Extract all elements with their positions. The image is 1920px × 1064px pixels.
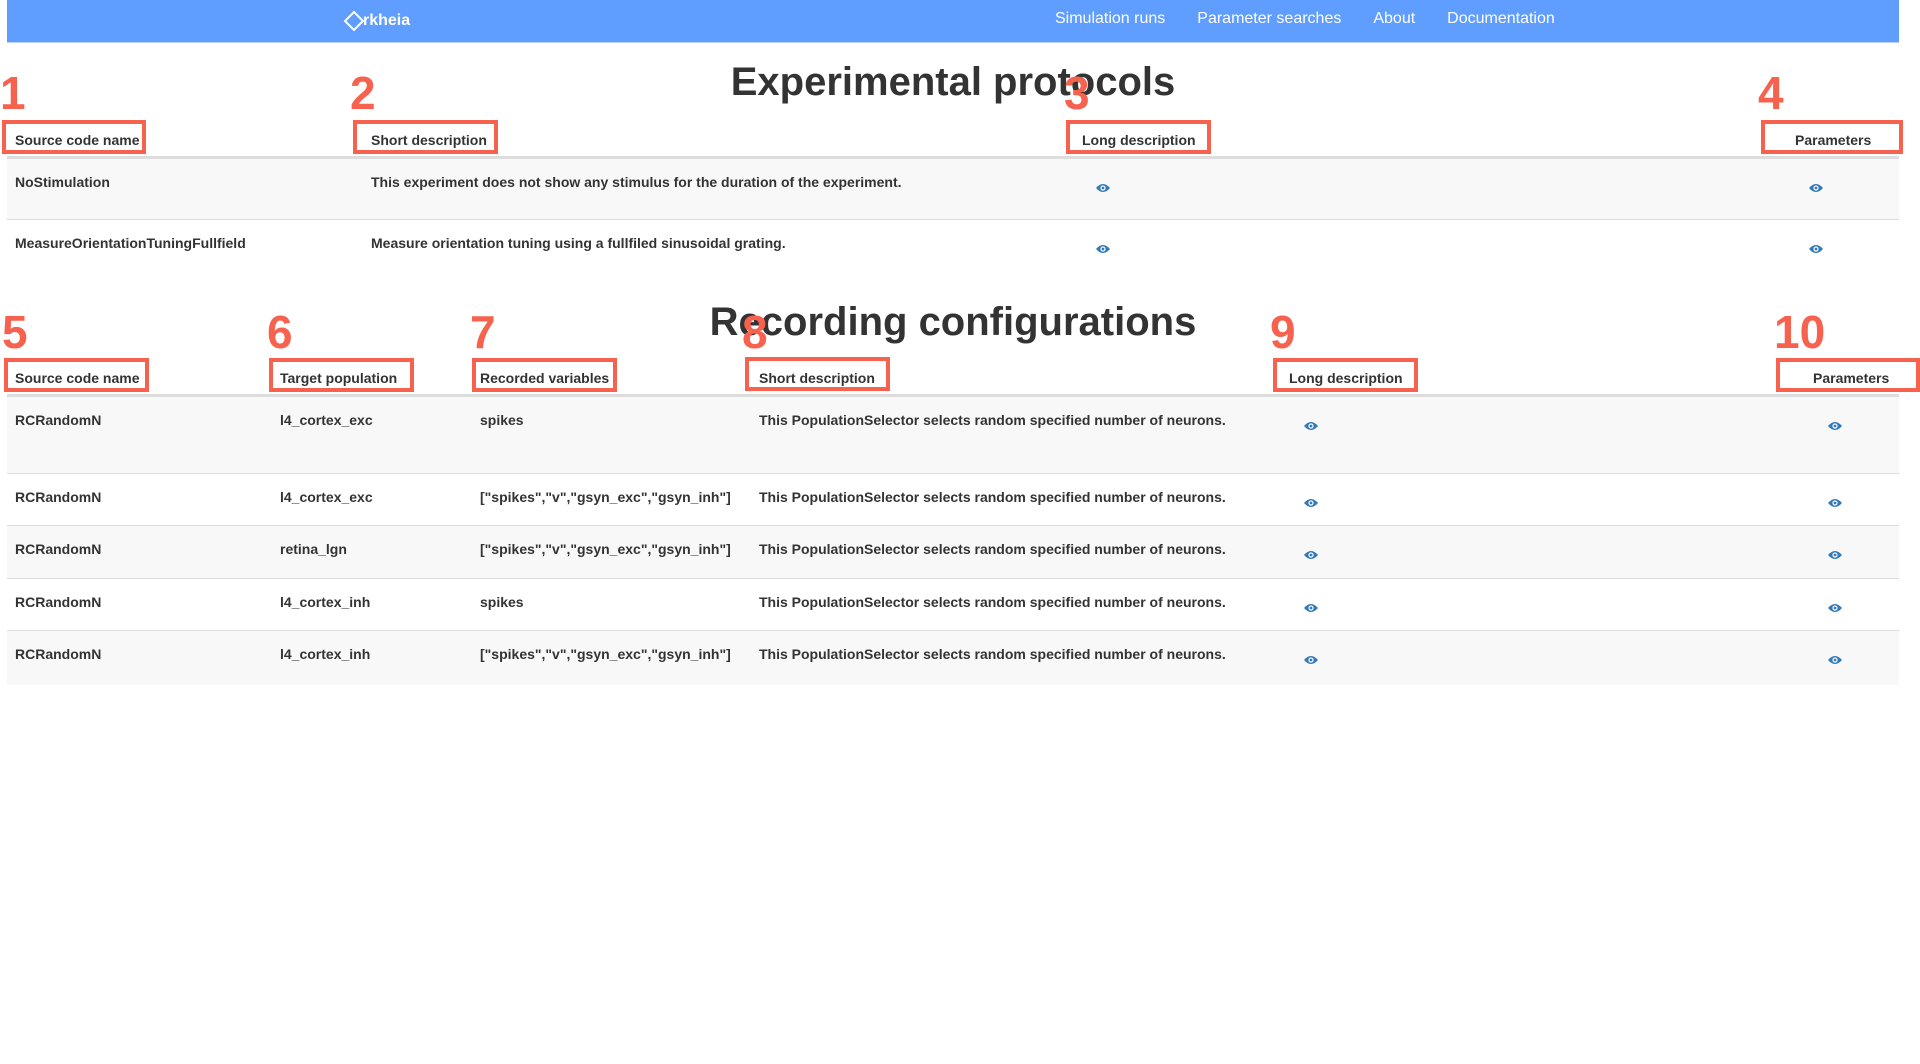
recorded-variables: spikes [480,594,524,610]
recorded-variables: ["spikes","v","gsyn_exc","gsyn_inh"] [480,541,731,557]
experimental-protocols-title: Experimental protocols [730,60,1176,104]
table-row: NoStimulation This experiment does not sh… [7,158,1899,220]
long-description-eye-icon[interactable] [1095,181,1111,193]
target-population: l4_cortex_inh [280,594,371,610]
parameters-eye-icon[interactable] [1808,181,1824,193]
annotation-box-5 [4,358,149,392]
annotation-number-5: 5 [2,306,28,358]
logo-text: rkheia [363,12,411,29]
recorded-variables: spikes [480,412,524,428]
long-description-eye-icon[interactable] [1303,653,1319,665]
annotation-box-7 [472,358,617,392]
table-header: Source code name Short description Long … [7,120,1899,158]
annotation-number-1: 1 [0,67,26,119]
parameters-eye-icon[interactable] [1827,601,1843,613]
table-row: RCRandomN l4_cortex_inh ["spikes","v","gsy… [7,630,1899,685]
annotation-number-9: 9 [1270,306,1296,358]
long-description-eye-icon[interactable] [1303,548,1319,560]
table-row: RCRandomN l4_cortex_exc ["spikes","v","gsy… [7,473,1899,526]
annotation-box-8 [745,357,890,391]
target-population: l4_cortex_inh [280,646,371,662]
annotation-number-7: 7 [470,306,496,358]
annotation-box-6 [269,358,414,392]
experimental-protocols-table: Source code name Short description Long … [7,120,1899,280]
target-population: l4_cortex_exc [280,412,373,428]
annotation-box-10 [1776,358,1920,392]
short-description: This PopulationSelector selects random s… [759,412,1226,428]
annotation-number-8: 8 [742,306,768,358]
annotation-box-3 [1066,120,1211,154]
annotation-box-9 [1273,358,1418,392]
annotation-number-2: 2 [350,67,376,119]
annotation-box-1 [2,120,146,154]
source-code-name: NoStimulation [15,174,110,190]
table-row: MeasureOrientationTuningFullfield Measure… [7,219,1899,282]
parameters-eye-icon[interactable] [1827,496,1843,508]
nav-documentation[interactable]: Documentation [1447,10,1555,28]
source-code-name: RCRandomN [15,489,102,505]
recording-configurations-table: Source code name Target population Recor… [7,358,1899,685]
source-code-name: RCRandomN [15,646,102,662]
parameters-eye-icon[interactable] [1827,548,1843,560]
long-description-eye-icon[interactable] [1303,601,1319,613]
long-description-eye-icon[interactable] [1095,242,1111,254]
source-code-name: RCRandomN [15,412,102,428]
parameters-eye-icon[interactable] [1827,653,1843,665]
short-description: This PopulationSelector selects random s… [759,541,1226,557]
annotation-number-6: 6 [267,306,293,358]
annotation-number-4: 4 [1758,67,1784,119]
parameters-eye-icon[interactable] [1827,419,1843,431]
short-description: This experiment does not show any stimul… [371,174,902,190]
source-code-name: RCRandomN [15,594,102,610]
annotation-box-2 [353,120,498,154]
recorded-variables: ["spikes","v","gsyn_exc","gsyn_inh"] [480,646,731,662]
nav-about[interactable]: About [1373,10,1415,28]
annotation-number-10: 10 [1774,306,1826,358]
recorded-variables: ["spikes","v","gsyn_exc","gsyn_inh"] [480,489,731,505]
long-description-eye-icon[interactable] [1303,496,1319,508]
target-population: retina_lgn [280,541,347,557]
table-row: RCRandomN retina_lgn ["spikes","v","gsyn_e… [7,525,1899,579]
source-code-name: RCRandomN [15,541,102,557]
annotation-box-4 [1761,120,1903,154]
source-code-name: MeasureOrientationTuningFullfield [15,235,246,251]
nav-simulation-runs[interactable]: Simulation runs [1055,10,1165,28]
table-row: RCRandomN l4_cortex_inh spikes This Populat… [7,578,1899,631]
target-population: l4_cortex_exc [280,489,373,505]
long-description-eye-icon[interactable] [1303,419,1319,431]
table-row: RCRandomN l4_cortex_exc spikes This Populat… [7,396,1899,474]
short-description: This PopulationSelector selects random s… [759,646,1226,662]
short-description: This PopulationSelector selects random s… [759,594,1226,610]
navbar: rkheia Simulation runs Parameter searche… [7,0,1899,43]
short-description: This PopulationSelector selects random s… [759,489,1226,505]
nav-parameter-searches[interactable]: Parameter searches [1197,10,1341,28]
parameters-eye-icon[interactable] [1808,242,1824,254]
logo-diamond-icon [343,10,365,32]
short-description: Measure orientation tuning using a fullf… [371,235,786,251]
annotation-number-3: 3 [1064,67,1090,119]
logo[interactable]: rkheia [343,10,410,32]
